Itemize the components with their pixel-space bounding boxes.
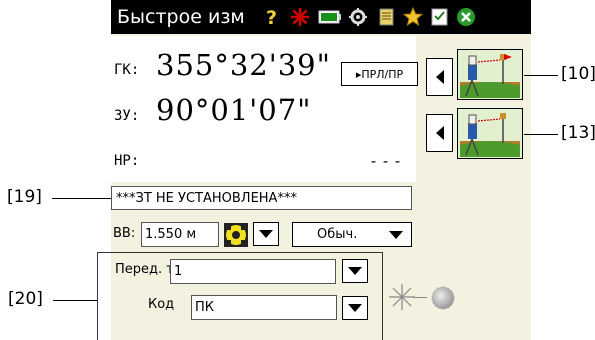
point-name-input[interactable]: 1 bbox=[170, 259, 336, 284]
target-height-input[interactable]: 1.550 м bbox=[141, 222, 219, 247]
callout-10: [10] bbox=[561, 64, 595, 84]
prev-arrow-button-2[interactable] bbox=[426, 114, 453, 152]
callout-19: [19] bbox=[7, 187, 42, 207]
battery-icon[interactable] bbox=[318, 7, 342, 27]
close-icon[interactable] bbox=[456, 7, 476, 27]
hz-label: ГК: bbox=[114, 62, 140, 78]
hz-value: 355°32'39" bbox=[156, 48, 331, 82]
total-station-prism-icon bbox=[460, 112, 520, 157]
point-name-value: 1 bbox=[174, 264, 183, 279]
face-toggle-label: ▸ПРЛ/ПР bbox=[355, 67, 404, 81]
face-toggle-button[interactable]: ▸ПРЛ/ПР bbox=[341, 62, 418, 86]
prev-arrow-button[interactable] bbox=[426, 58, 453, 96]
status-bar: ***ЗТ НЕ УСТАНОВЛЕНА*** bbox=[111, 186, 412, 210]
callout-10-leader bbox=[524, 75, 558, 76]
callout-13-leader bbox=[524, 134, 558, 135]
sd-value: --- bbox=[369, 152, 406, 170]
callout-20: [20] bbox=[8, 289, 43, 309]
code-label: Код bbox=[148, 297, 175, 312]
svg-text:?: ? bbox=[266, 7, 277, 27]
target-height-value: 1.550 м bbox=[145, 227, 197, 242]
prism-target-icon[interactable] bbox=[224, 223, 248, 247]
settings-gear-icon[interactable] bbox=[348, 7, 368, 27]
measure-record-button[interactable] bbox=[457, 108, 523, 159]
laser-pointer-icon[interactable] bbox=[388, 283, 416, 311]
left-arrow-icon bbox=[435, 70, 444, 84]
chevron-down-icon bbox=[348, 304, 362, 312]
vz-value: 90°01'07" bbox=[156, 93, 312, 127]
vz-label: ЗУ: bbox=[114, 108, 140, 124]
callout-20-leader bbox=[53, 300, 97, 301]
target-mode-select[interactable]: Обыч. bbox=[292, 222, 412, 247]
favorites-star-icon[interactable] bbox=[403, 7, 423, 27]
point-dropdown-button[interactable] bbox=[342, 259, 368, 283]
total-station-prism-icon bbox=[460, 53, 520, 98]
code-input[interactable]: ПК bbox=[191, 295, 337, 320]
left-arrow-icon bbox=[435, 126, 444, 140]
callout-13: [13] bbox=[561, 123, 595, 143]
sd-label: НР: bbox=[114, 153, 140, 169]
laser-star-icon[interactable] bbox=[290, 7, 310, 27]
connector-line bbox=[413, 297, 427, 298]
target-mode-value: Обыч. bbox=[317, 227, 358, 242]
code-dropdown-button[interactable] bbox=[342, 296, 368, 320]
measure-distance-button[interactable] bbox=[457, 49, 523, 100]
help-icon[interactable]: ? bbox=[262, 7, 282, 27]
target-height-label: ВВ: bbox=[113, 226, 136, 241]
notepad-icon[interactable] bbox=[377, 7, 397, 27]
target-height-dropdown-button[interactable] bbox=[253, 222, 279, 246]
chevron-down-icon bbox=[348, 267, 362, 275]
light-bulb-icon[interactable] bbox=[428, 283, 458, 313]
status-message: ***ЗТ НЕ УСТАНОВЛЕНА*** bbox=[116, 190, 297, 206]
window-title: Быстрое изм bbox=[117, 6, 245, 28]
callout-19-leader bbox=[52, 198, 111, 199]
checklist-icon[interactable] bbox=[430, 7, 450, 27]
code-value: ПК bbox=[195, 300, 215, 315]
chevron-down-icon bbox=[389, 230, 403, 239]
chevron-down-icon bbox=[259, 230, 273, 238]
